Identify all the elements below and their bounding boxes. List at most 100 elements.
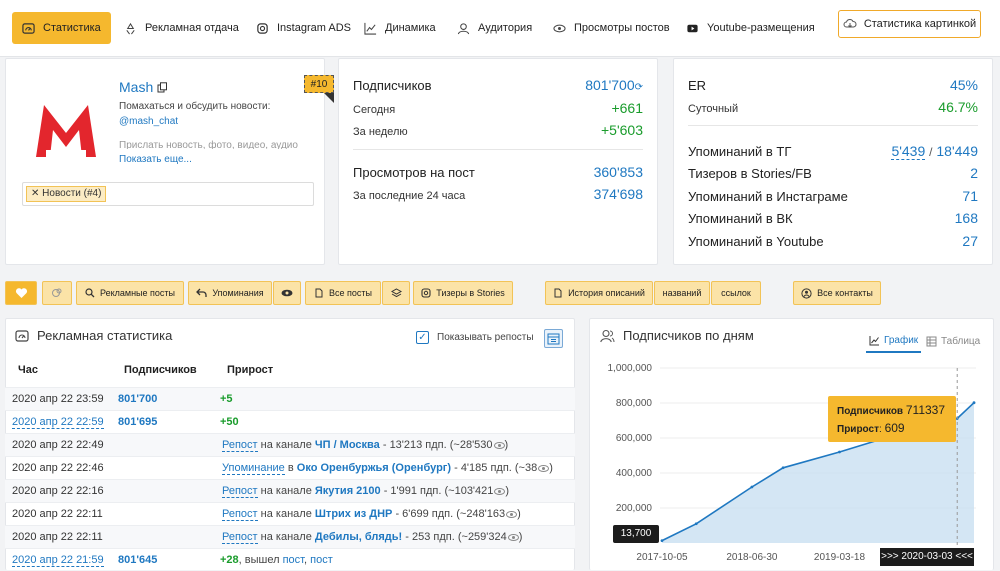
mentions-views-button[interactable]: [273, 281, 301, 305]
tab-post-views[interactable]: Просмотры постов: [543, 12, 680, 44]
event-kind-link[interactable]: Репост: [222, 508, 258, 521]
row-growth: +50: [220, 416, 239, 428]
today-value: +661: [611, 100, 643, 116]
ads-posts-button[interactable]: Рекламные посты: [76, 281, 184, 305]
row-separator: ,: [304, 554, 308, 566]
x-tick-label: 2019-03-18: [814, 552, 866, 563]
ads-posts-label: Рекламные посты: [99, 288, 175, 298]
subscribers-number: 801'700: [585, 77, 635, 93]
row-time: 2020 апр 22 22:11: [12, 531, 103, 543]
copy-icon[interactable]: [157, 81, 168, 93]
y-tick-label: 1,000,000: [608, 363, 653, 374]
event-channel-link[interactable]: Штрих из ДНР: [315, 508, 393, 520]
event-channel-link[interactable]: Око Оренбуржья (Оренбург): [297, 462, 451, 474]
post-link[interactable]: пост: [310, 554, 333, 566]
col-time-header[interactable]: Час: [18, 364, 38, 376]
description-history-button[interactable]: История описаний: [545, 281, 653, 305]
all-posts-button[interactable]: Все посты: [305, 281, 381, 305]
row-time-link[interactable]: 2020 апр 22 22:59: [12, 416, 104, 429]
chart-point[interactable]: [972, 401, 976, 405]
event-kind-link[interactable]: Репост: [222, 439, 258, 452]
stats-picture-button[interactable]: Статистика картинкой: [838, 10, 981, 38]
tab-youtube[interactable]: Youtube-размещения: [676, 12, 825, 44]
channel-handle-link[interactable]: @mash_chat: [119, 116, 178, 127]
tg-mentions-value: 5'439 / 18'449: [891, 143, 978, 160]
tg-mentions-a[interactable]: 5'439: [891, 143, 926, 160]
table-row: 2020 апр 22 23:59 801'700 +5: [5, 387, 575, 410]
subscribers-card: Подписчиков 801'700⟳ Сегодня +661 За нед…: [338, 58, 658, 265]
row-time: 2020 апр 22 22:49: [12, 439, 104, 451]
row-time-link[interactable]: 2020 апр 22 21:59: [12, 554, 104, 567]
row-time: 2020 апр 22 22:11: [12, 508, 103, 520]
tab-label: Instagram ADS: [277, 22, 351, 34]
table-icon: [926, 336, 937, 346]
show-more-link[interactable]: Показать еще...: [119, 154, 192, 165]
y-tick-label: 400,000: [616, 468, 653, 479]
stories-teasers-button[interactable]: Тизеры в Stories: [413, 281, 513, 305]
row-subscribers[interactable]: 801'700: [118, 393, 157, 405]
row-subscribers[interactable]: 801'645: [118, 554, 157, 566]
layers-button[interactable]: [382, 281, 410, 305]
mentions-button[interactable]: Упоминания: [188, 281, 272, 305]
names-history-label: названий: [662, 288, 702, 298]
contact-icon: [801, 287, 812, 299]
chart-point[interactable]: [781, 466, 785, 470]
last24-label: За последние 24 часа: [353, 190, 466, 202]
names-history-button[interactable]: названий: [654, 281, 710, 305]
row-time: 2020 апр 22 22:16: [12, 485, 104, 497]
event-details-close: ): [517, 508, 521, 520]
top-nav: Статистика Рекламная отдача Instagram AD…: [0, 0, 1000, 57]
post-link[interactable]: пост: [283, 554, 304, 566]
event-kind-link[interactable]: Упоминание: [222, 462, 285, 475]
event-kind-link[interactable]: Репост: [222, 531, 258, 544]
col-growth-header[interactable]: Прирост: [227, 364, 273, 376]
file-icon: [554, 288, 562, 298]
chart-point[interactable]: [838, 450, 841, 454]
event-kind-link[interactable]: Репост: [222, 485, 258, 498]
event-channel-link[interactable]: Якутия 2100: [315, 485, 381, 497]
line-chart-icon: [364, 22, 377, 35]
last24-value: 374'698: [593, 186, 643, 202]
table-row: 2020 апр 22 22:16 Репост на канале Якути…: [5, 479, 575, 502]
tab-instagram-ads[interactable]: Instagram ADS: [246, 12, 361, 44]
links-history-button[interactable]: ссылок: [711, 281, 761, 305]
tab-dynamics[interactable]: Динамика: [354, 12, 446, 44]
views-icon: [493, 441, 505, 449]
event-channel-link[interactable]: Дебилы, блядь!: [315, 531, 402, 543]
category-tag-input[interactable]: ✕ Новости (#4): [22, 182, 314, 206]
views-icon: [506, 510, 518, 518]
calendar-button[interactable]: [544, 329, 563, 348]
stories-value: 2: [970, 165, 978, 181]
views-icon: [494, 487, 506, 495]
tab-ad-return[interactable]: Рекламная отдача: [114, 12, 249, 44]
show-reposts-checkbox[interactable]: ✓: [416, 331, 429, 344]
favorite-button[interactable]: [5, 281, 37, 305]
category-tag[interactable]: ✕ Новости (#4): [26, 186, 107, 202]
col-subscribers-header[interactable]: Подписчиков: [124, 364, 197, 376]
tab-audience[interactable]: Аудитория: [447, 12, 542, 44]
stories-label: Тизеров в Stories/FB: [688, 166, 812, 181]
tab-statistics[interactable]: Статистика: [12, 12, 111, 44]
tooltip-subs-value: 711337: [905, 403, 946, 417]
er-card: ER 45% Суточный 46.7% Упоминаний в ТГ 5'…: [673, 58, 993, 265]
daily-er-value: 46.7%: [938, 99, 978, 115]
refresh-icon[interactable]: ⟳: [635, 82, 643, 93]
show-reposts-label: Показывать репосты: [437, 332, 534, 343]
event-channel-link[interactable]: ЧП / Москва: [315, 439, 380, 451]
tab-chart[interactable]: График: [866, 329, 922, 353]
event-details: - 1'991 пдп. (~103'421: [383, 485, 494, 497]
chart-point[interactable]: [660, 539, 664, 543]
chart-point[interactable]: [694, 522, 698, 526]
tab-table[interactable]: Таблица: [926, 329, 980, 353]
search-icon: [85, 288, 95, 298]
chart-point[interactable]: [750, 485, 754, 489]
event-details-close: ): [505, 485, 510, 497]
row-subscribers[interactable]: 801'695: [118, 416, 157, 428]
remove-tag-icon[interactable]: ✕: [31, 188, 39, 199]
channel-name-text: Mash: [119, 79, 154, 95]
table-row: 2020 апр 22 22:11 Репост на канале Штрих…: [5, 502, 575, 525]
show-reposts-toggle[interactable]: ✓ Показывать репосты: [416, 331, 534, 344]
contacts-button[interactable]: Все контакты: [793, 281, 881, 305]
compare-button[interactable]: [42, 281, 72, 305]
channel-name[interactable]: Mash: [119, 79, 168, 95]
